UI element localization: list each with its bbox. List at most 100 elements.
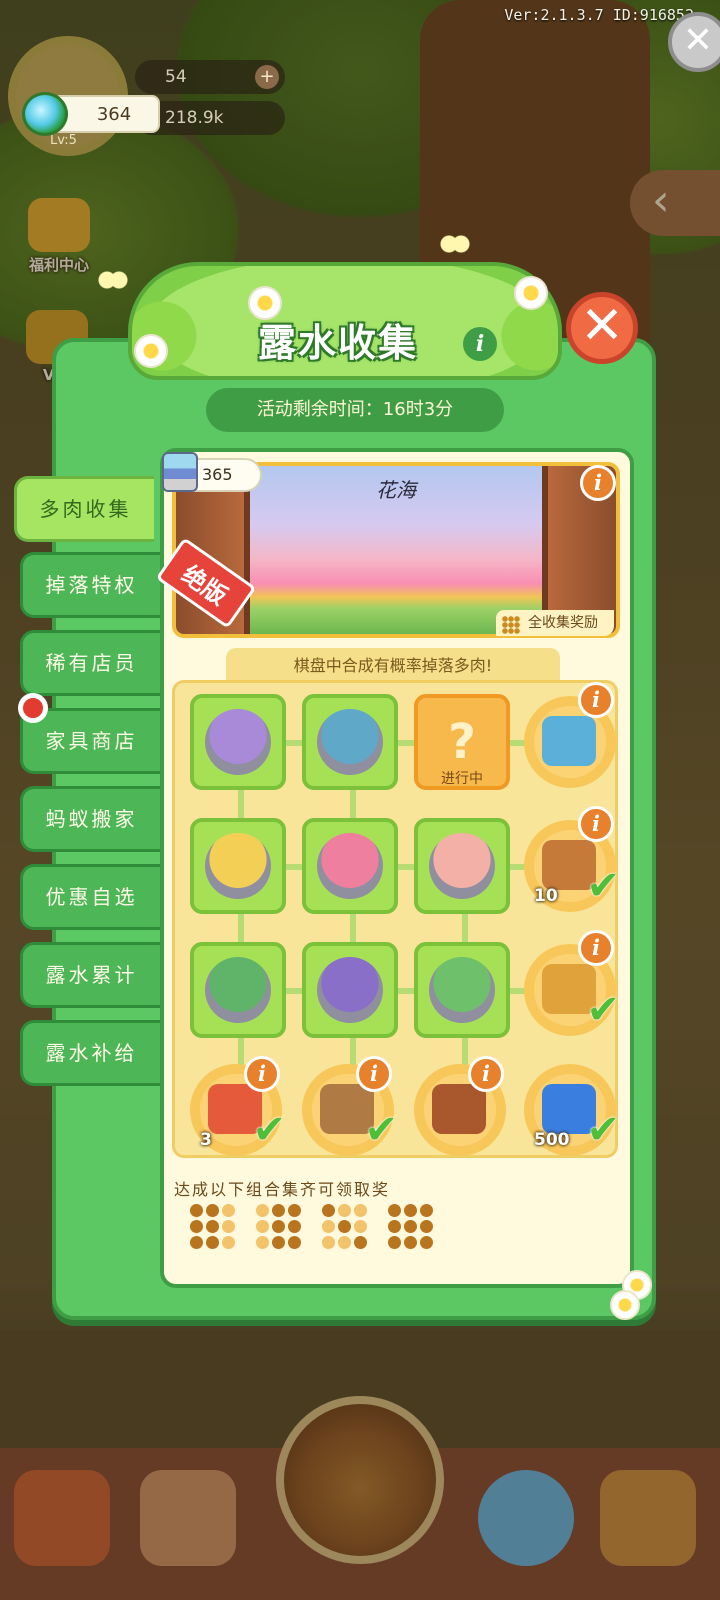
snow-globe-icon[interactable] [478, 1470, 574, 1566]
board-connector [238, 790, 244, 820]
combo-dot [272, 1204, 285, 1217]
succulent-pot-icon [317, 709, 383, 775]
succulent-cell[interactable] [302, 694, 398, 790]
add-gems-button[interactable]: + [255, 65, 279, 89]
board-connector [286, 988, 302, 994]
full-collection-reward-label: 全收集奖励 [528, 615, 598, 631]
notification-dot [18, 693, 48, 723]
combo-dot [354, 1204, 367, 1217]
tab-1[interactable]: 多肉收集 [14, 476, 154, 542]
drop-hint: 棋盘中合成有概率掉落多肉! [226, 648, 560, 684]
combo-dot [354, 1220, 367, 1233]
welfare-center-button[interactable]: 福利中心 [16, 198, 102, 275]
reward-info-button[interactable]: i [578, 682, 614, 718]
column-reward-lightning[interactable]: 500 ✔ [524, 1064, 620, 1156]
combo-dot [420, 1220, 433, 1233]
succulent-cell[interactable] [190, 942, 286, 1038]
player-level: Lv:5 [50, 133, 77, 148]
welfare-center-label: 福利中心 [28, 256, 89, 274]
succulent-pot-icon [429, 957, 495, 1023]
succulent-pot-icon [317, 833, 383, 899]
reward-info-button[interactable]: i [244, 1056, 280, 1092]
combo-dot [206, 1220, 219, 1233]
collapse-arrow-button[interactable]: ‹ [630, 170, 720, 236]
house-icon[interactable] [600, 1470, 696, 1566]
combo-dot [354, 1236, 367, 1249]
acorn-main-button[interactable] [276, 1396, 444, 1564]
combo-dot [404, 1204, 417, 1217]
board-connector [238, 914, 244, 944]
succulent-cell[interactable] [414, 818, 510, 914]
unknown-succulent-cell[interactable]: ? 进行中 [414, 694, 510, 790]
combo-dot [288, 1220, 301, 1233]
reward-info-button[interactable]: i [578, 930, 614, 966]
flower-decoration [134, 334, 168, 368]
succulent-cell[interactable] [190, 694, 286, 790]
dew-drop-icon [22, 92, 68, 136]
close-popup-button[interactable]: ✕ [566, 292, 638, 364]
reward-info-button[interactable]: i [356, 1056, 392, 1092]
succulent-cell[interactable] [190, 818, 286, 914]
scene-info-button[interactable]: i [580, 465, 616, 501]
combo-dot [190, 1204, 203, 1217]
succulent-cell[interactable] [302, 818, 398, 914]
wood-chest-icon [432, 1084, 486, 1134]
combo-dot [404, 1236, 417, 1249]
combo-dot [420, 1204, 433, 1217]
paint-roller-icon [162, 452, 198, 492]
combo-dot [206, 1236, 219, 1249]
popup-info-button[interactable]: i [463, 327, 497, 361]
succulent-cell[interactable] [302, 942, 398, 1038]
shop-icon[interactable] [14, 1470, 110, 1566]
tab-3[interactable]: 稀有店员 [20, 630, 160, 696]
gem-amount: 54 [165, 67, 187, 87]
checkmark-icon: ✔ [586, 987, 620, 1033]
combo-dot [222, 1220, 235, 1233]
board-connector [286, 864, 302, 870]
reward-info-button[interactable]: i [578, 806, 614, 842]
tab-2[interactable]: 掉落特权 [20, 552, 160, 618]
combo-dot [420, 1236, 433, 1249]
succulent-pot-icon [205, 957, 271, 1023]
combo-dot [190, 1220, 203, 1233]
gem-counter: 54 + [135, 60, 285, 94]
tab-5[interactable]: 蚂蚁搬家 [20, 786, 160, 852]
butterfly-decoration [440, 232, 470, 256]
succulent-cell[interactable] [414, 942, 510, 1038]
reward-quantity: 500 [534, 1130, 570, 1150]
combo-dot [388, 1236, 401, 1249]
dew-amount: 364 [96, 103, 132, 125]
combo-pattern [190, 1204, 238, 1252]
glove-icon[interactable] [140, 1470, 236, 1566]
combo-dot [256, 1204, 269, 1217]
succulent-pot-icon [205, 833, 271, 899]
board-connector [398, 740, 414, 746]
tab-7[interactable]: 露水累计 [20, 942, 160, 1008]
coin-amount: 218.9k [165, 108, 224, 128]
combo-dot [288, 1236, 301, 1249]
combo-dot [338, 1204, 351, 1217]
checkmark-icon: ✔ [586, 863, 620, 909]
combo-dot [256, 1220, 269, 1233]
combo-dot [206, 1204, 219, 1217]
succulent-pot-icon [429, 833, 495, 899]
board-connector [462, 914, 468, 944]
tab-8[interactable]: 露水补给 [20, 1020, 160, 1086]
board-connector [398, 864, 414, 870]
checkmark-icon: ✔ [252, 1107, 286, 1153]
combo-pattern [322, 1204, 370, 1252]
popup-title: 露水收集 [258, 321, 419, 365]
reward-info-button[interactable]: i [468, 1056, 504, 1092]
combo-dot [322, 1236, 335, 1249]
combo-dot [388, 1204, 401, 1217]
tab-6[interactable]: 优惠自选 [20, 864, 160, 930]
combo-dot [338, 1236, 351, 1249]
succulent-pot-icon [317, 957, 383, 1023]
combo-dot [190, 1236, 203, 1249]
app-close-button[interactable]: ✕ [668, 12, 720, 72]
question-mark: ? [448, 714, 476, 770]
full-collection-reward-button[interactable]: 全收集奖励 [496, 610, 614, 636]
combo-dot [272, 1220, 285, 1233]
reward-quantity: 10 [534, 886, 558, 906]
combo-dot [256, 1236, 269, 1249]
